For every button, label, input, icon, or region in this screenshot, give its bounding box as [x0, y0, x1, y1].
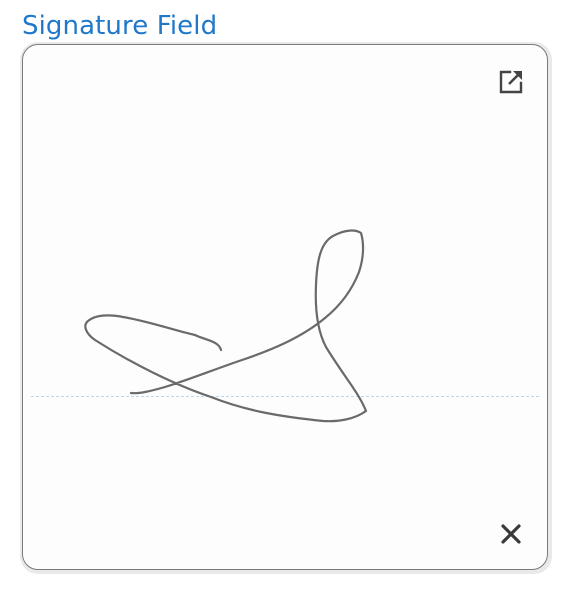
- expand-button[interactable]: [494, 65, 528, 99]
- field-label: Signature Field: [22, 11, 218, 41]
- close-icon: [501, 524, 521, 544]
- signature-pad[interactable]: [22, 44, 548, 570]
- clear-signature-button[interactable]: [494, 517, 528, 551]
- external-link-icon: [499, 70, 523, 94]
- signature-stroke: [84, 229, 368, 423]
